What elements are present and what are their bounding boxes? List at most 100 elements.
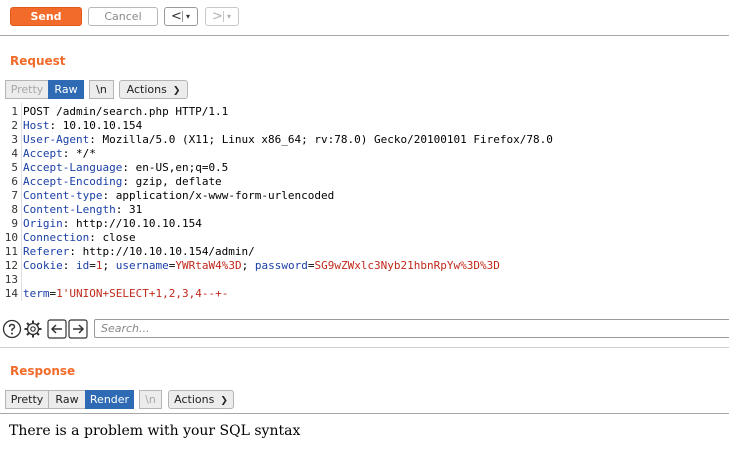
- cookie-value: 1: [95, 259, 103, 272]
- editor-line[interactable]: 9 Origin: http://10.10.10.154: [0, 217, 202, 231]
- history-back-button[interactable]: < ▾: [164, 7, 198, 26]
- help-icon[interactable]: [2, 319, 22, 339]
- history-forward-button[interactable]: > ▾: [205, 7, 239, 26]
- cookie-value: SG9wZWxlc3Nyb21hbnRpYw%3D%3D: [314, 259, 500, 272]
- header-value: gzip, deflate: [128, 175, 222, 188]
- header-value: en-US,en;q=0.5: [128, 161, 229, 174]
- cancel-button[interactable]: Cancel: [88, 7, 158, 26]
- line-content: Content-type: application/x-www-form-url…: [23, 189, 335, 202]
- arrow-left-icon[interactable]: [47, 319, 67, 339]
- send-button[interactable]: Send: [10, 7, 82, 26]
- header-value: http://10.10.10.154/admin/: [75, 245, 255, 258]
- header-name: Accept-Language: [23, 161, 123, 174]
- chevron-down-icon[interactable]: ▾: [186, 8, 190, 25]
- line-content: Accept-Encoding: gzip, deflate: [23, 175, 222, 188]
- header-value: */*: [69, 147, 96, 160]
- editor-line[interactable]: 10 Connection: close: [0, 231, 136, 245]
- actions-label: Actions: [126, 83, 167, 96]
- actions-label: Actions: [174, 393, 215, 406]
- header-name: Accept: [23, 147, 63, 160]
- line-number: 8: [11, 203, 18, 216]
- line-content: Accept-Language: en-US,en;q=0.5: [23, 161, 229, 174]
- header-value: Mozilla/5.0 (X11; Linux x86_64; rv:78.0)…: [95, 133, 553, 146]
- editor-line[interactable]: 6 Accept-Encoding: gzip, deflate: [0, 175, 222, 189]
- line-number: 3: [11, 133, 18, 146]
- header-name: Origin: [23, 217, 63, 230]
- header-name: Host: [23, 119, 50, 132]
- editor-line[interactable]: 11 Referer: http://10.10.10.154/admin/: [0, 245, 255, 259]
- repeater-window: Send Cancel < ▾ > ▾ Request Pretty Raw \…: [0, 0, 729, 465]
- line-content: Referer: http://10.10.10.154/admin/: [23, 245, 255, 258]
- line-content: Accept: */*: [23, 147, 96, 160]
- editor-line[interactable]: 3 User-Agent: Mozilla/5.0 (X11; Linux x86…: [0, 133, 553, 147]
- cookie-value: YWRtaW4%3D: [175, 259, 242, 272]
- tab-render[interactable]: Render: [85, 390, 134, 409]
- line-content: POST /admin/search.php HTTP/1.1: [23, 105, 228, 118]
- line-number: 14: [4, 287, 18, 300]
- tab-pretty[interactable]: Pretty: [5, 80, 49, 99]
- editor-line[interactable]: 7 Content-type: application/x-www-form-ur…: [0, 189, 334, 203]
- editor-line[interactable]: 14 term=1'UNION+SELECT+1,2,3,4--+-: [0, 287, 229, 301]
- chevron-down-icon[interactable]: ▾: [227, 8, 231, 25]
- line-content: User-Agent: Mozilla/5.0 (X11; Linux x86_…: [23, 133, 553, 146]
- arrow-right-icon[interactable]: [68, 319, 88, 339]
- chevron-down-icon: ❯: [220, 396, 228, 406]
- header-value: close: [95, 231, 136, 244]
- line-number: 10: [4, 231, 18, 244]
- rendered-response-text: There is a problem with your SQL syntax: [9, 423, 301, 439]
- body-param-key: term: [23, 287, 50, 300]
- pane-divider[interactable]: [0, 347, 729, 348]
- chevron-down-icon: ❯: [172, 86, 181, 96]
- header-name: Content-Length: [23, 203, 116, 216]
- request-editor[interactable]: 1 POST /admin/search.php HTTP/1.1 2 Host: 1…: [0, 103, 729, 315]
- line-content: Content-Length: 31: [23, 203, 143, 216]
- actions-dropdown[interactable]: Actions ❯: [168, 390, 234, 409]
- chevron-left-icon: <: [171, 9, 182, 24]
- actions-dropdown[interactable]: Actions ❯: [119, 80, 188, 99]
- line-number: 2: [11, 119, 18, 132]
- tab-newline[interactable]: \n: [139, 390, 162, 409]
- header-name: User-Agent: [23, 133, 90, 146]
- line-number: 12: [4, 259, 18, 272]
- request-line-text: POST /admin/search.php HTTP/1.1: [23, 105, 229, 118]
- button-separator: [182, 11, 183, 22]
- line-number: 5: [11, 161, 18, 174]
- line-number: 9: [11, 217, 18, 230]
- tab-pretty[interactable]: Pretty: [5, 390, 49, 409]
- response-title: Response: [10, 364, 76, 378]
- chevron-right-icon: >: [212, 9, 223, 24]
- header-value: 10.10.10.154: [56, 119, 143, 132]
- search-input[interactable]: Search...: [94, 319, 729, 338]
- editor-line[interactable]: 13: [0, 273, 23, 287]
- cookie-key: password: [254, 259, 308, 272]
- cookie-key: username: [115, 259, 169, 272]
- editor-line[interactable]: 4 Accept: */*: [0, 147, 96, 161]
- line-content: Connection: close: [23, 231, 136, 244]
- line-content: term=1'UNION+SELECT+1,2,3,4--+-: [23, 287, 229, 300]
- line-content: Origin: http://10.10.10.154: [23, 217, 202, 230]
- header-value: application/x-www-form-urlencoded: [109, 189, 335, 202]
- line-number: 7: [11, 189, 18, 202]
- tab-raw[interactable]: Raw: [48, 80, 84, 99]
- gear-icon[interactable]: [23, 319, 43, 339]
- header-value: http://10.10.10.154: [69, 217, 202, 230]
- line-number: 11: [4, 245, 18, 258]
- response-render-pane: There is a problem with your SQL syntax: [0, 413, 729, 465]
- line-number: 4: [11, 147, 18, 160]
- search-bar: Search...: [0, 318, 729, 340]
- header-name: Connection: [23, 231, 90, 244]
- editor-line[interactable]: 8 Content-Length: 31: [0, 203, 142, 217]
- cookie-key: id: [76, 259, 90, 272]
- editor-line[interactable]: 5 Accept-Language: en-US,en;q=0.5: [0, 161, 228, 175]
- line-number: 13: [4, 273, 18, 286]
- tab-newline[interactable]: \n: [89, 80, 114, 99]
- button-separator: [223, 11, 224, 22]
- request-title: Request: [10, 54, 66, 68]
- editor-line[interactable]: 2 Host: 10.10.10.154: [0, 119, 142, 133]
- line-content: Cookie: id=1; username=YWRtaW4%3D; passw…: [23, 259, 500, 272]
- repeater-toolbar: Send Cancel < ▾ > ▾: [0, 0, 729, 36]
- tab-raw[interactable]: Raw: [48, 390, 86, 409]
- body-param-value: 1'UNION+SELECT+1,2,3,4--+-: [56, 287, 229, 300]
- editor-line[interactable]: 12 Cookie: id=1; username=YWRtaW4%3D; pas…: [0, 259, 500, 273]
- editor-line[interactable]: 1 POST /admin/search.php HTTP/1.1: [0, 105, 228, 119]
